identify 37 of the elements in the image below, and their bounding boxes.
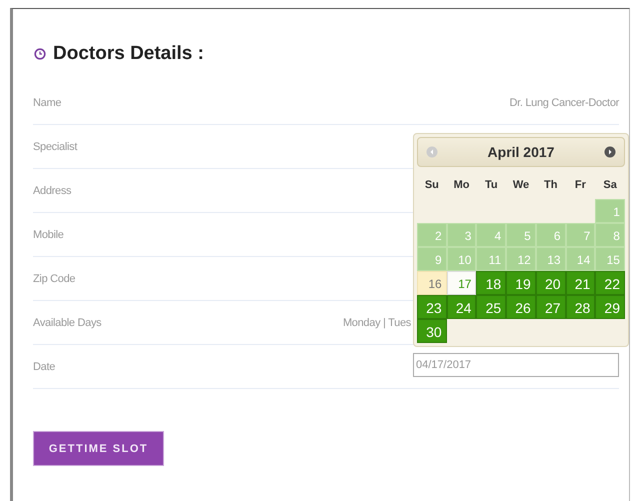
day-cell[interactable]: 23	[417, 295, 447, 319]
weekday-label: Mo	[452, 178, 470, 193]
day-cell[interactable]: 26	[506, 295, 536, 319]
field-label: Zip Code	[33, 272, 76, 284]
field-value: Dr. Lung Cancer-Doctor	[509, 96, 619, 108]
day-cell[interactable]: 18	[476, 271, 506, 295]
clock-icon	[34, 48, 46, 60]
day-cell[interactable]: 27	[536, 295, 566, 319]
field-label: Specialist	[33, 140, 78, 152]
field-label: Date	[33, 360, 56, 372]
section-title: Doctors Details :	[53, 43, 204, 65]
day-cell[interactable]: 20	[536, 271, 566, 295]
day-cell[interactable]: 30	[417, 319, 447, 343]
weekday-label: Su	[424, 178, 440, 193]
day-cell[interactable]: 16	[417, 271, 447, 295]
field-label: Name	[33, 96, 62, 108]
field-value: Monday | Tues	[342, 316, 411, 328]
weekday-label: We	[512, 178, 530, 193]
day-cell[interactable]: 28	[566, 295, 596, 319]
get-time-slot-button[interactable]: GETTIME SLOT	[33, 431, 164, 466]
day-cell[interactable]: 21	[566, 271, 596, 295]
day-cell[interactable]: 29	[595, 295, 625, 319]
field-label: Mobile	[33, 228, 64, 240]
date-input[interactable]: 04/17/2017	[413, 352, 619, 376]
weekday-label: Th	[542, 178, 558, 193]
field-label: Available Days	[33, 316, 102, 328]
day-cell[interactable]: 17	[446, 271, 476, 295]
weekday-label: Sa	[602, 178, 618, 193]
day-cell[interactable]: 22	[595, 271, 625, 295]
weekday-label: Tu	[484, 178, 499, 193]
month-title: April 2017	[488, 144, 554, 160]
field-label: Address	[33, 184, 72, 196]
day-cell[interactable]: 24	[446, 295, 476, 319]
day-cell[interactable]: 25	[476, 295, 506, 319]
weekday-label: Fr	[574, 178, 587, 193]
next-month-icon[interactable]	[604, 146, 616, 158]
day-cell[interactable]: 19	[506, 271, 536, 295]
